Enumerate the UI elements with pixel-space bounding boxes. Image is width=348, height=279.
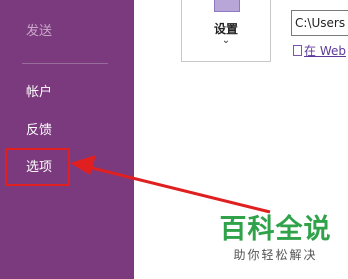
watermark-logo: 百科全说 助你轻松解决 xyxy=(218,214,333,274)
watermark-title: 百科全说 xyxy=(219,214,332,245)
arrow-head xyxy=(70,155,96,175)
arrow-shaft xyxy=(87,165,271,214)
watermark-subtitle: 助你轻松解决 xyxy=(233,248,318,262)
